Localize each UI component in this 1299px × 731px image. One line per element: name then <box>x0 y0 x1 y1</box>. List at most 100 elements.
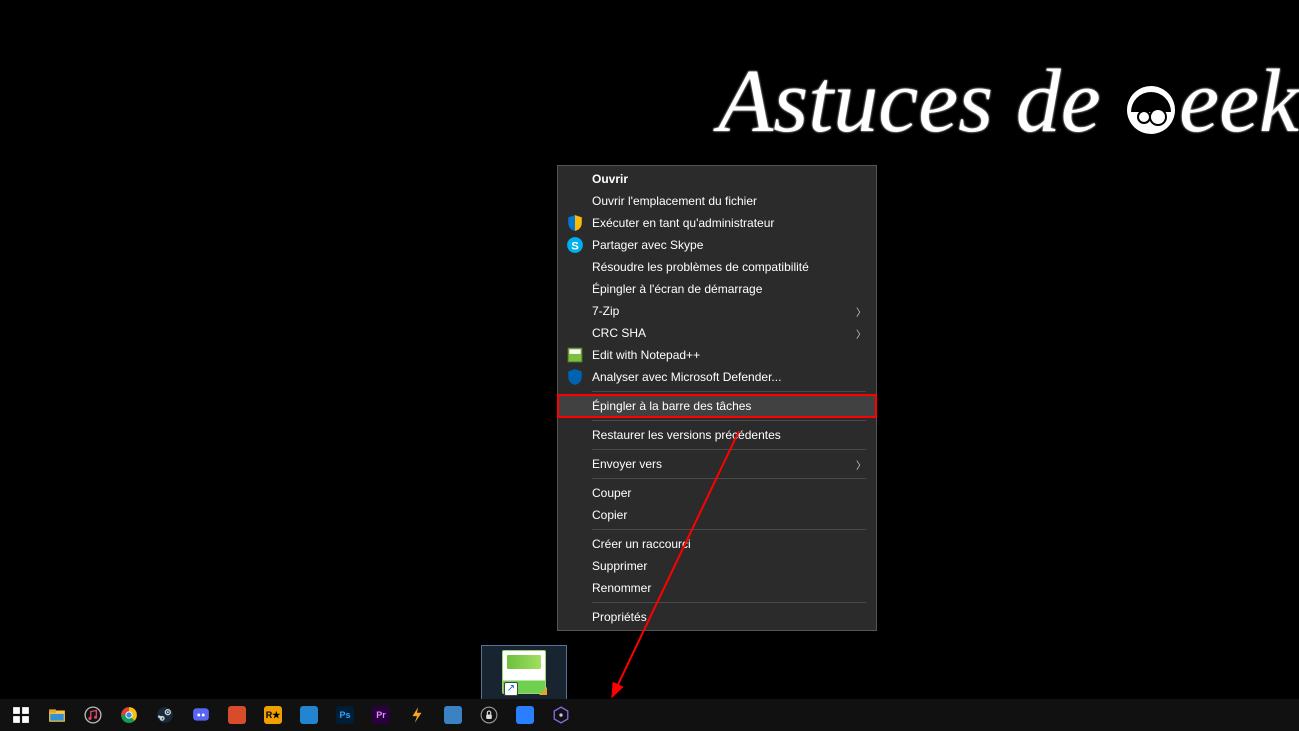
menu-item-envoyer-vers[interactable]: Envoyer vers〉 <box>558 453 876 475</box>
lightning-icon <box>408 706 426 724</box>
blank-icon <box>566 507 584 523</box>
blank-icon <box>566 303 584 319</box>
menu-item-label: Propriétés <box>592 610 866 624</box>
menu-item-restaurer-les-versions-pr-c-dentes[interactable]: Restaurer les versions précédentes <box>558 424 876 446</box>
watermark-part2: eek <box>1179 52 1299 151</box>
blank-icon <box>566 398 584 414</box>
menu-item-crc-sha[interactable]: CRC SHA〉 <box>558 322 876 344</box>
taskbar-item-discord[interactable] <box>184 701 218 729</box>
taskbar-item-game[interactable] <box>220 701 254 729</box>
watermark-part1: Astuces de <box>718 52 1123 151</box>
menu-item-label: Supprimer <box>592 559 866 573</box>
lock-icon <box>480 706 498 724</box>
blank-icon <box>566 281 584 297</box>
menu-item-ouvrir-l-emplacement-du-fichier[interactable]: Ouvrir l'emplacement du fichier <box>558 190 876 212</box>
menu-item-label: Ouvrir <box>592 172 866 186</box>
menu-item-label: 7-Zip <box>592 304 856 318</box>
blank-icon <box>566 193 584 209</box>
taskbar-item-chrome[interactable] <box>112 701 146 729</box>
vmware-icon <box>300 706 318 724</box>
watermark-text: Astuces de eek <box>718 50 1299 153</box>
blank-icon <box>566 171 584 187</box>
blank-icon <box>566 325 584 341</box>
menu-item-analyser-avec-microsoft-defender[interactable]: Analyser avec Microsoft Defender... <box>558 366 876 388</box>
discord-icon <box>192 706 210 724</box>
menu-item-label: Épingler à la barre des tâches <box>592 399 866 413</box>
menu-item-couper[interactable]: Couper <box>558 482 876 504</box>
svg-text:S: S <box>571 241 579 253</box>
menu-item-label: Partager avec Skype <box>592 238 866 252</box>
taskbar-item-start[interactable] <box>4 701 38 729</box>
premiere-icon: Pr <box>372 706 390 724</box>
rocket-icon <box>516 706 534 724</box>
taskbar-item-app[interactable] <box>436 701 470 729</box>
photoshop-icon: Ps <box>336 706 354 724</box>
menu-separator <box>592 602 866 603</box>
itunes-icon <box>84 706 102 724</box>
menu-item-label: Épingler à l'écran de démarrage <box>592 282 866 296</box>
menu-item-label: CRC SHA <box>592 326 856 340</box>
chrome-icon <box>120 706 138 724</box>
taskbar-item-itunes[interactable] <box>76 701 110 729</box>
taskbar-item-flash[interactable] <box>400 701 434 729</box>
menu-item-partager-avec-skype[interactable]: S Partager avec Skype <box>558 234 876 256</box>
menu-item-label: Envoyer vers <box>592 457 856 471</box>
menu-separator <box>592 478 866 479</box>
menu-item-cr-er-un-raccourci[interactable]: Créer un raccourci <box>558 533 876 555</box>
menu-item-pingler-l-cran-de-d-marrage[interactable]: Épingler à l'écran de démarrage <box>558 278 876 300</box>
taskbar-item-explorer[interactable] <box>40 701 74 729</box>
taskbar-item-photoshop[interactable]: Ps <box>328 701 362 729</box>
menu-item-ex-cuter-en-tant-qu-administrateur[interactable]: Exécuter en tant qu'administrateur <box>558 212 876 234</box>
submenu-arrow-icon: 〉 <box>856 304 866 319</box>
game-icon <box>228 706 246 724</box>
taskbar-item-hexagon[interactable] <box>544 701 578 729</box>
steam-icon <box>156 706 174 724</box>
blank-icon <box>566 580 584 596</box>
menu-item-copier[interactable]: Copier <box>558 504 876 526</box>
windows-start-icon <box>12 706 30 724</box>
geek-head-icon <box>1127 86 1175 134</box>
menu-item-7-zip[interactable]: 7-Zip〉 <box>558 300 876 322</box>
menu-item-ouvrir[interactable]: Ouvrir <box>558 168 876 190</box>
blank-icon <box>566 536 584 552</box>
blank-icon <box>566 485 584 501</box>
menu-separator <box>592 391 866 392</box>
menu-item-r-soudre-les-probl-mes-de-compatibilit[interactable]: Résoudre les problèmes de compatibilité <box>558 256 876 278</box>
taskbar-item-vmware[interactable] <box>292 701 326 729</box>
menu-item-pingler-la-barre-des-t-ches[interactable]: Épingler à la barre des tâches <box>558 395 876 417</box>
menu-item-label: Créer un raccourci <box>592 537 866 551</box>
submenu-arrow-icon: 〉 <box>856 326 866 341</box>
menu-separator <box>592 449 866 450</box>
menu-item-label: Copier <box>592 508 866 522</box>
blank-icon <box>566 259 584 275</box>
menu-item-label: Exécuter en tant qu'administrateur <box>592 216 866 230</box>
taskbar: R★ Ps Pr <box>0 699 1299 731</box>
file-explorer-icon <box>48 706 66 724</box>
blank-icon <box>566 558 584 574</box>
defender-icon <box>566 369 584 385</box>
menu-item-renommer[interactable]: Renommer <box>558 577 876 599</box>
menu-item-label: Ouvrir l'emplacement du fichier <box>592 194 866 208</box>
notepad-icon <box>566 347 584 363</box>
menu-item-label: Restaurer les versions précédentes <box>592 428 866 442</box>
menu-separator <box>592 420 866 421</box>
menu-separator <box>592 529 866 530</box>
menu-item-label: Edit with Notepad++ <box>592 348 866 362</box>
taskbar-item-rocket[interactable] <box>508 701 542 729</box>
menu-item-label: Couper <box>592 486 866 500</box>
taskbar-item-steam[interactable] <box>148 701 182 729</box>
skype-icon: S <box>566 237 584 253</box>
shortcut-overlay-icon: ↗ <box>504 682 518 696</box>
menu-item-supprimer[interactable]: Supprimer <box>558 555 876 577</box>
context-menu: Ouvrir Ouvrir l'emplacement du fichier Exé… <box>557 165 877 631</box>
hexagon-icon <box>552 706 570 724</box>
rockstar-icon: R★ <box>264 706 282 724</box>
taskbar-item-rockstar[interactable]: R★ <box>256 701 290 729</box>
menu-item-propri-t-s[interactable]: Propriétés <box>558 606 876 628</box>
taskbar-item-lock[interactable] <box>472 701 506 729</box>
blank-icon <box>566 609 584 625</box>
menu-item-edit-with-notepad[interactable]: Edit with Notepad++ <box>558 344 876 366</box>
blank-icon <box>566 427 584 443</box>
menu-item-label: Analyser avec Microsoft Defender... <box>592 370 866 384</box>
taskbar-item-premiere[interactable]: Pr <box>364 701 398 729</box>
